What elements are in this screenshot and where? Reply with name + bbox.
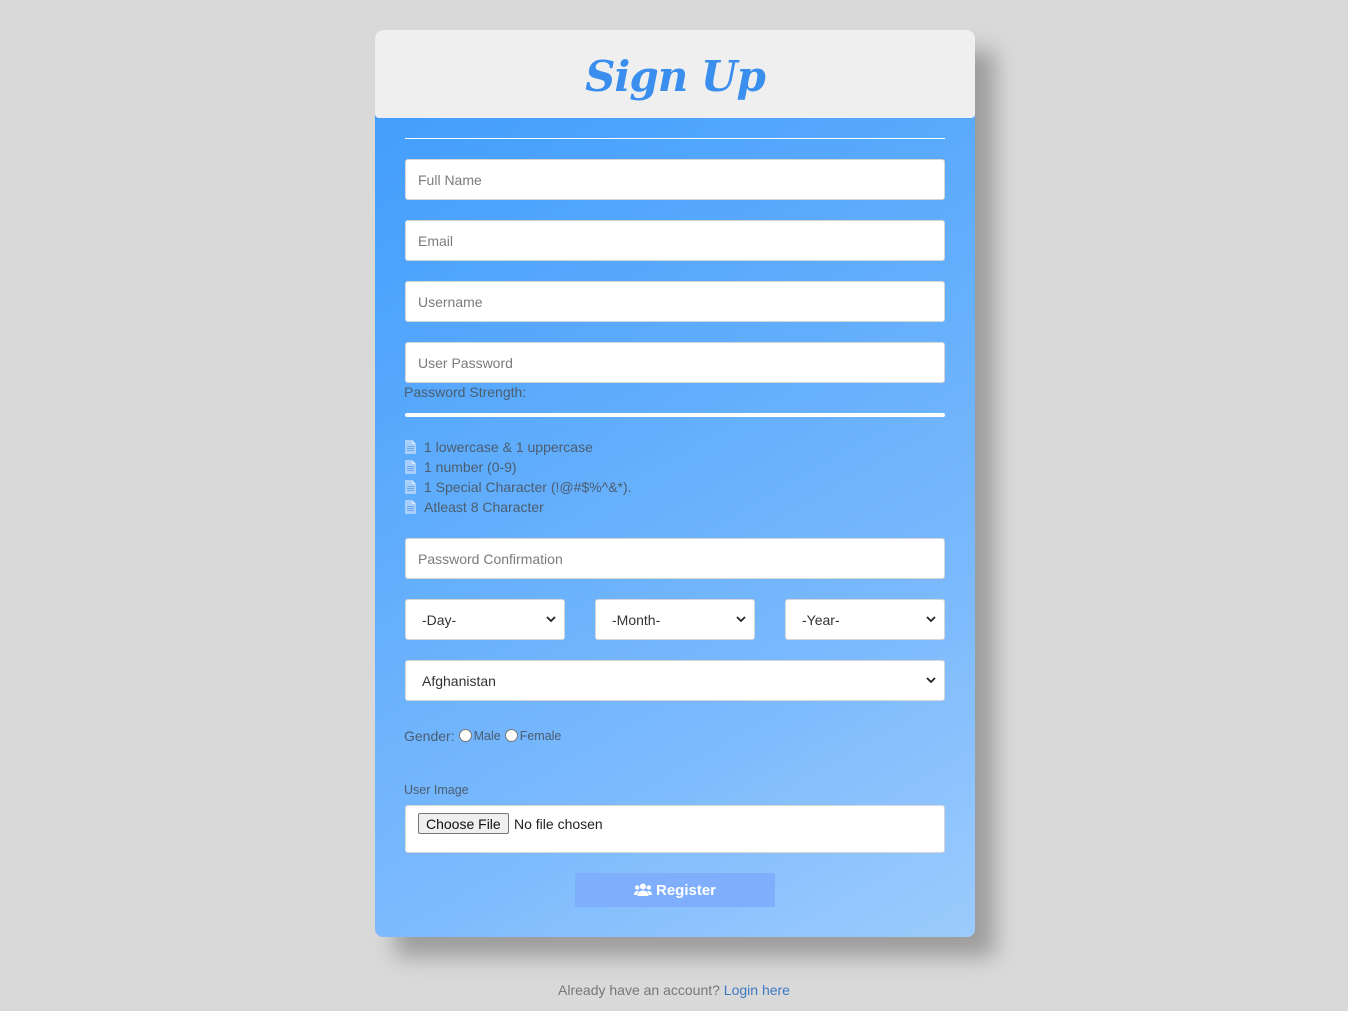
document-icon xyxy=(405,440,416,454)
document-icon xyxy=(405,500,416,514)
gender-label: Gender: xyxy=(404,728,455,744)
chevron-down-icon xyxy=(926,616,936,623)
document-icon xyxy=(405,460,416,474)
month-select-value: -Month- xyxy=(612,611,661,628)
requirement-text: 1 number (0-9) xyxy=(424,459,517,475)
password-input[interactable] xyxy=(405,342,945,383)
chevron-down-icon xyxy=(546,616,556,623)
country-select-value: Afghanistan xyxy=(422,672,496,689)
requirement-text: 1 lowercase & 1 uppercase xyxy=(424,439,593,455)
card-header: Sign Up xyxy=(375,30,975,118)
password-strength-label: Password Strength: xyxy=(404,384,527,400)
register-button[interactable]: Register xyxy=(575,873,775,907)
requirement-text: 1 Special Character (!@#$%^&*). xyxy=(424,479,632,495)
register-label: Register xyxy=(655,881,717,899)
country-select[interactable]: Afghanistan xyxy=(405,660,945,701)
user-image-label: User Image xyxy=(404,783,469,797)
document-icon xyxy=(405,480,416,494)
users-icon xyxy=(633,883,652,896)
full-name-input[interactable] xyxy=(405,159,945,200)
gender-male-label[interactable]: Male xyxy=(474,729,501,743)
page-title: Sign Up xyxy=(585,51,766,101)
requirement-item: 1 number (0-9) xyxy=(405,457,632,477)
username-input[interactable] xyxy=(405,281,945,322)
chevron-down-icon xyxy=(926,677,936,684)
footer-text: Already have an account? xyxy=(558,982,720,998)
gender-female-label[interactable]: Female xyxy=(520,729,562,743)
day-select-value: -Day- xyxy=(422,611,457,628)
login-link[interactable]: Login here xyxy=(724,982,790,998)
header-divider xyxy=(405,138,945,139)
footer: Already have an account? Login here xyxy=(0,982,1348,998)
day-select[interactable]: -Day- xyxy=(405,599,565,640)
gender-group: Gender: Male Female xyxy=(404,728,561,744)
requirement-text: Atleast 8 Character xyxy=(424,499,544,515)
year-select[interactable]: -Year- xyxy=(785,599,945,640)
password-strength-bar xyxy=(405,413,945,417)
user-image-file-input[interactable]: Choose File No file chosen xyxy=(405,805,945,853)
file-status-text: No file chosen xyxy=(514,816,603,832)
gender-female-radio[interactable] xyxy=(504,728,518,742)
signup-card: Sign Up Password Strength: 1 lowercase &… xyxy=(375,30,975,937)
password-requirements: 1 lowercase & 1 uppercase 1 number (0-9)… xyxy=(405,437,632,517)
email-input[interactable] xyxy=(405,220,945,261)
password-confirmation-input[interactable] xyxy=(405,538,945,579)
chevron-down-icon xyxy=(736,616,746,623)
choose-file-button[interactable]: Choose File xyxy=(418,813,509,834)
month-select[interactable]: -Month- xyxy=(595,599,755,640)
gender-male-radio[interactable] xyxy=(458,728,472,742)
requirement-item: Atleast 8 Character xyxy=(405,497,632,517)
requirement-item: 1 lowercase & 1 uppercase xyxy=(405,437,632,457)
year-select-value: -Year- xyxy=(802,611,840,628)
requirement-item: 1 Special Character (!@#$%^&*). xyxy=(405,477,632,497)
